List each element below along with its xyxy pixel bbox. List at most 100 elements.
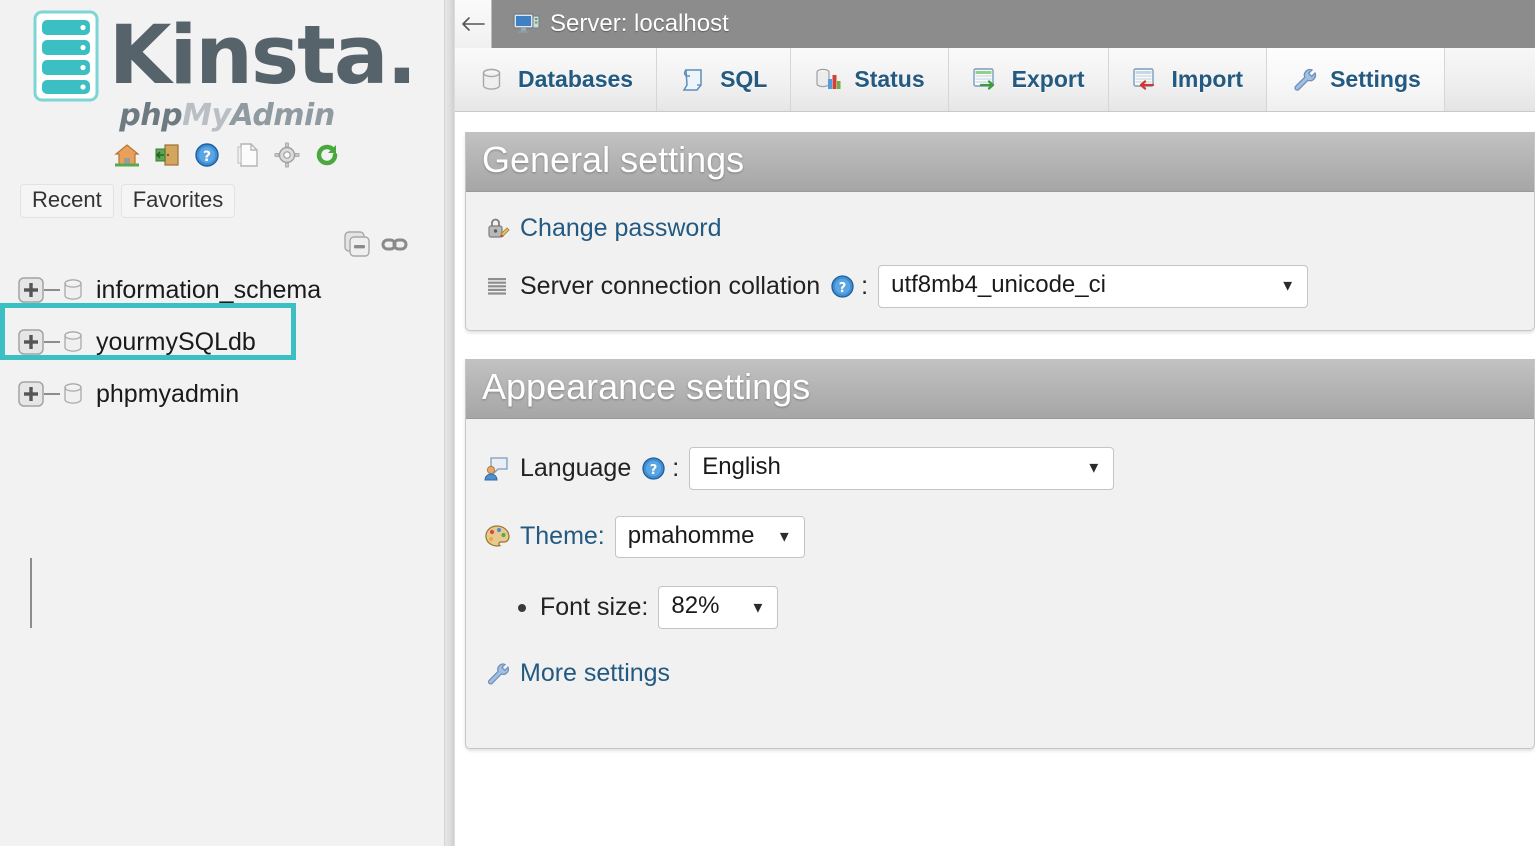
link-panel-icon[interactable]	[381, 230, 409, 258]
language-row: Language ? : English	[484, 446, 1518, 490]
database-tree: information_schema yourmySQLdb phpmyadmi…	[0, 266, 454, 628]
more-settings-link[interactable]: More settings	[520, 659, 670, 688]
tree-connector	[44, 289, 60, 291]
appearance-settings-header: Appearance settings	[466, 358, 1534, 419]
collation-select[interactable]: utf8mb4_unicode_ci	[878, 265, 1309, 308]
general-settings-header: General settings	[466, 132, 1534, 192]
tree-connector-line	[30, 558, 32, 628]
theme-select[interactable]: pmahomme	[614, 515, 805, 559]
database-icon	[64, 383, 82, 404]
language-select[interactable]: English	[689, 446, 1115, 490]
appearance-settings-body: Language ? : English ▼ Theme: pmahomme ▼…	[466, 419, 1534, 748]
theme-label[interactable]: Theme:	[520, 522, 605, 551]
font-size-row: Font size: 82%	[518, 586, 1518, 630]
server-title: Server: localhost	[550, 10, 729, 37]
sidebar-scrollbar[interactable]	[444, 0, 454, 846]
collation-row: Server connection collation ? : utf8mb4_…	[484, 265, 1518, 308]
panel-title: General settings	[482, 139, 745, 180]
main-panel: Server: localhost Databases SQL Status E…	[455, 0, 1535, 846]
server-header-bar: Server: localhost	[455, 0, 1535, 48]
product-name: phpMyAdmin	[119, 98, 335, 133]
db-row-information-schema[interactable]: information_schema	[0, 266, 454, 314]
help-icon[interactable]: ?	[641, 456, 666, 481]
tab-label: Databases	[518, 66, 634, 92]
tab-export[interactable]: Export	[948, 48, 1109, 111]
change-password-row[interactable]: Change password	[484, 214, 1518, 243]
font-size-select-wrap: 82%	[658, 586, 779, 630]
database-icon	[64, 279, 82, 300]
main-tabbar: Databases SQL Status Export Import Setti…	[455, 48, 1535, 112]
expand-plus-icon[interactable]	[18, 329, 44, 355]
wrench-icon	[488, 663, 509, 685]
expand-plus-icon[interactable]	[18, 277, 44, 303]
tab-databases[interactable]: Databases	[455, 48, 658, 111]
logout-icon[interactable]	[154, 142, 180, 168]
appearance-settings-panel: Appearance settings Language ?: English…	[465, 358, 1535, 750]
theme-row: Theme: pmahomme	[484, 515, 1518, 559]
db-label: yourmySQLdb	[96, 327, 256, 356]
db-row-phpmyadmin[interactable]: phpmyadmin	[0, 370, 454, 418]
db-label: information_schema	[96, 275, 322, 304]
reload-icon[interactable]	[314, 142, 340, 168]
svg-text:?: ?	[650, 463, 658, 478]
tab-favorites[interactable]: Favorites	[120, 184, 236, 218]
tab-import[interactable]: Import	[1108, 48, 1268, 111]
kinsta-server-icon	[33, 10, 99, 102]
server-monitor-icon	[513, 13, 540, 33]
tab-recent[interactable]: Recent	[20, 184, 114, 218]
language-label: Language	[520, 453, 632, 482]
expand-plus-icon[interactable]	[18, 381, 44, 407]
help-icon[interactable]: ?	[194, 142, 220, 168]
kinsta-logo[interactable]: Kinsta.	[0, 10, 454, 102]
svg-text:?: ?	[839, 281, 847, 296]
back-button[interactable]	[455, 0, 492, 48]
brand-name: Kinsta.	[108, 8, 418, 103]
bullet-icon	[518, 603, 526, 612]
db-label: phpmyadmin	[96, 379, 240, 408]
navigation-sidebar: Kinsta. phpMyAdmin ? Recent Favorites in…	[0, 0, 455, 846]
tab-label: Settings	[1330, 66, 1421, 92]
font-size-select[interactable]: 82%	[658, 586, 779, 630]
tree-connector	[44, 393, 60, 395]
more-settings-row[interactable]: More settings	[484, 659, 1518, 688]
documentation-icon[interactable]	[234, 142, 260, 168]
settings-gear-icon[interactable]	[274, 142, 300, 168]
sidebar-tabs: Recent Favorites	[20, 184, 454, 218]
home-icon[interactable]	[114, 142, 140, 168]
tab-label: SQL	[720, 66, 768, 92]
collation-colon: :	[861, 271, 869, 300]
general-settings-body: Change password Server connection collat…	[466, 192, 1534, 330]
status-chart-icon	[816, 68, 841, 89]
db-row-yourmysqldb[interactable]: yourmySQLdb	[0, 314, 454, 370]
brand-block: Kinsta. phpMyAdmin ?	[0, 0, 454, 168]
database-icon	[482, 68, 501, 90]
font-size-label: Font size:	[540, 593, 649, 622]
tab-label: Status	[854, 66, 925, 92]
language-colon: :	[672, 453, 680, 482]
wrench-icon	[1294, 68, 1317, 91]
collation-select-wrap: utf8mb4_unicode_ci	[878, 265, 1309, 308]
settings-content: General settings Change password Server …	[455, 112, 1535, 846]
export-icon	[972, 68, 994, 90]
general-settings-panel: General settings Change password Server …	[465, 132, 1535, 331]
help-icon[interactable]: ?	[830, 274, 855, 299]
language-select-wrap: English	[689, 446, 1115, 490]
theme-palette-icon	[485, 525, 510, 547]
tree-connector	[44, 341, 60, 343]
tab-label: Export	[1011, 66, 1085, 92]
tab-settings[interactable]: Settings	[1267, 48, 1445, 111]
back-arrow-icon	[462, 17, 485, 31]
tree-controls	[0, 230, 409, 258]
import-icon	[1132, 68, 1154, 90]
language-icon	[484, 457, 508, 481]
server-title-wrap: Server: localhost	[492, 0, 729, 48]
panel-title: Appearance settings	[482, 365, 811, 407]
quick-icons-row: ?	[0, 142, 454, 168]
phpmyadmin-app: Kinsta. phpMyAdmin ? Recent Favorites in…	[0, 0, 1535, 846]
collapse-all-icon[interactable]	[343, 230, 371, 258]
tab-label: Import	[1171, 66, 1244, 92]
tab-status[interactable]: Status	[791, 48, 949, 111]
database-icon	[64, 331, 82, 352]
tab-sql[interactable]: SQL	[657, 48, 792, 111]
change-password-link[interactable]: Change password	[520, 214, 722, 243]
